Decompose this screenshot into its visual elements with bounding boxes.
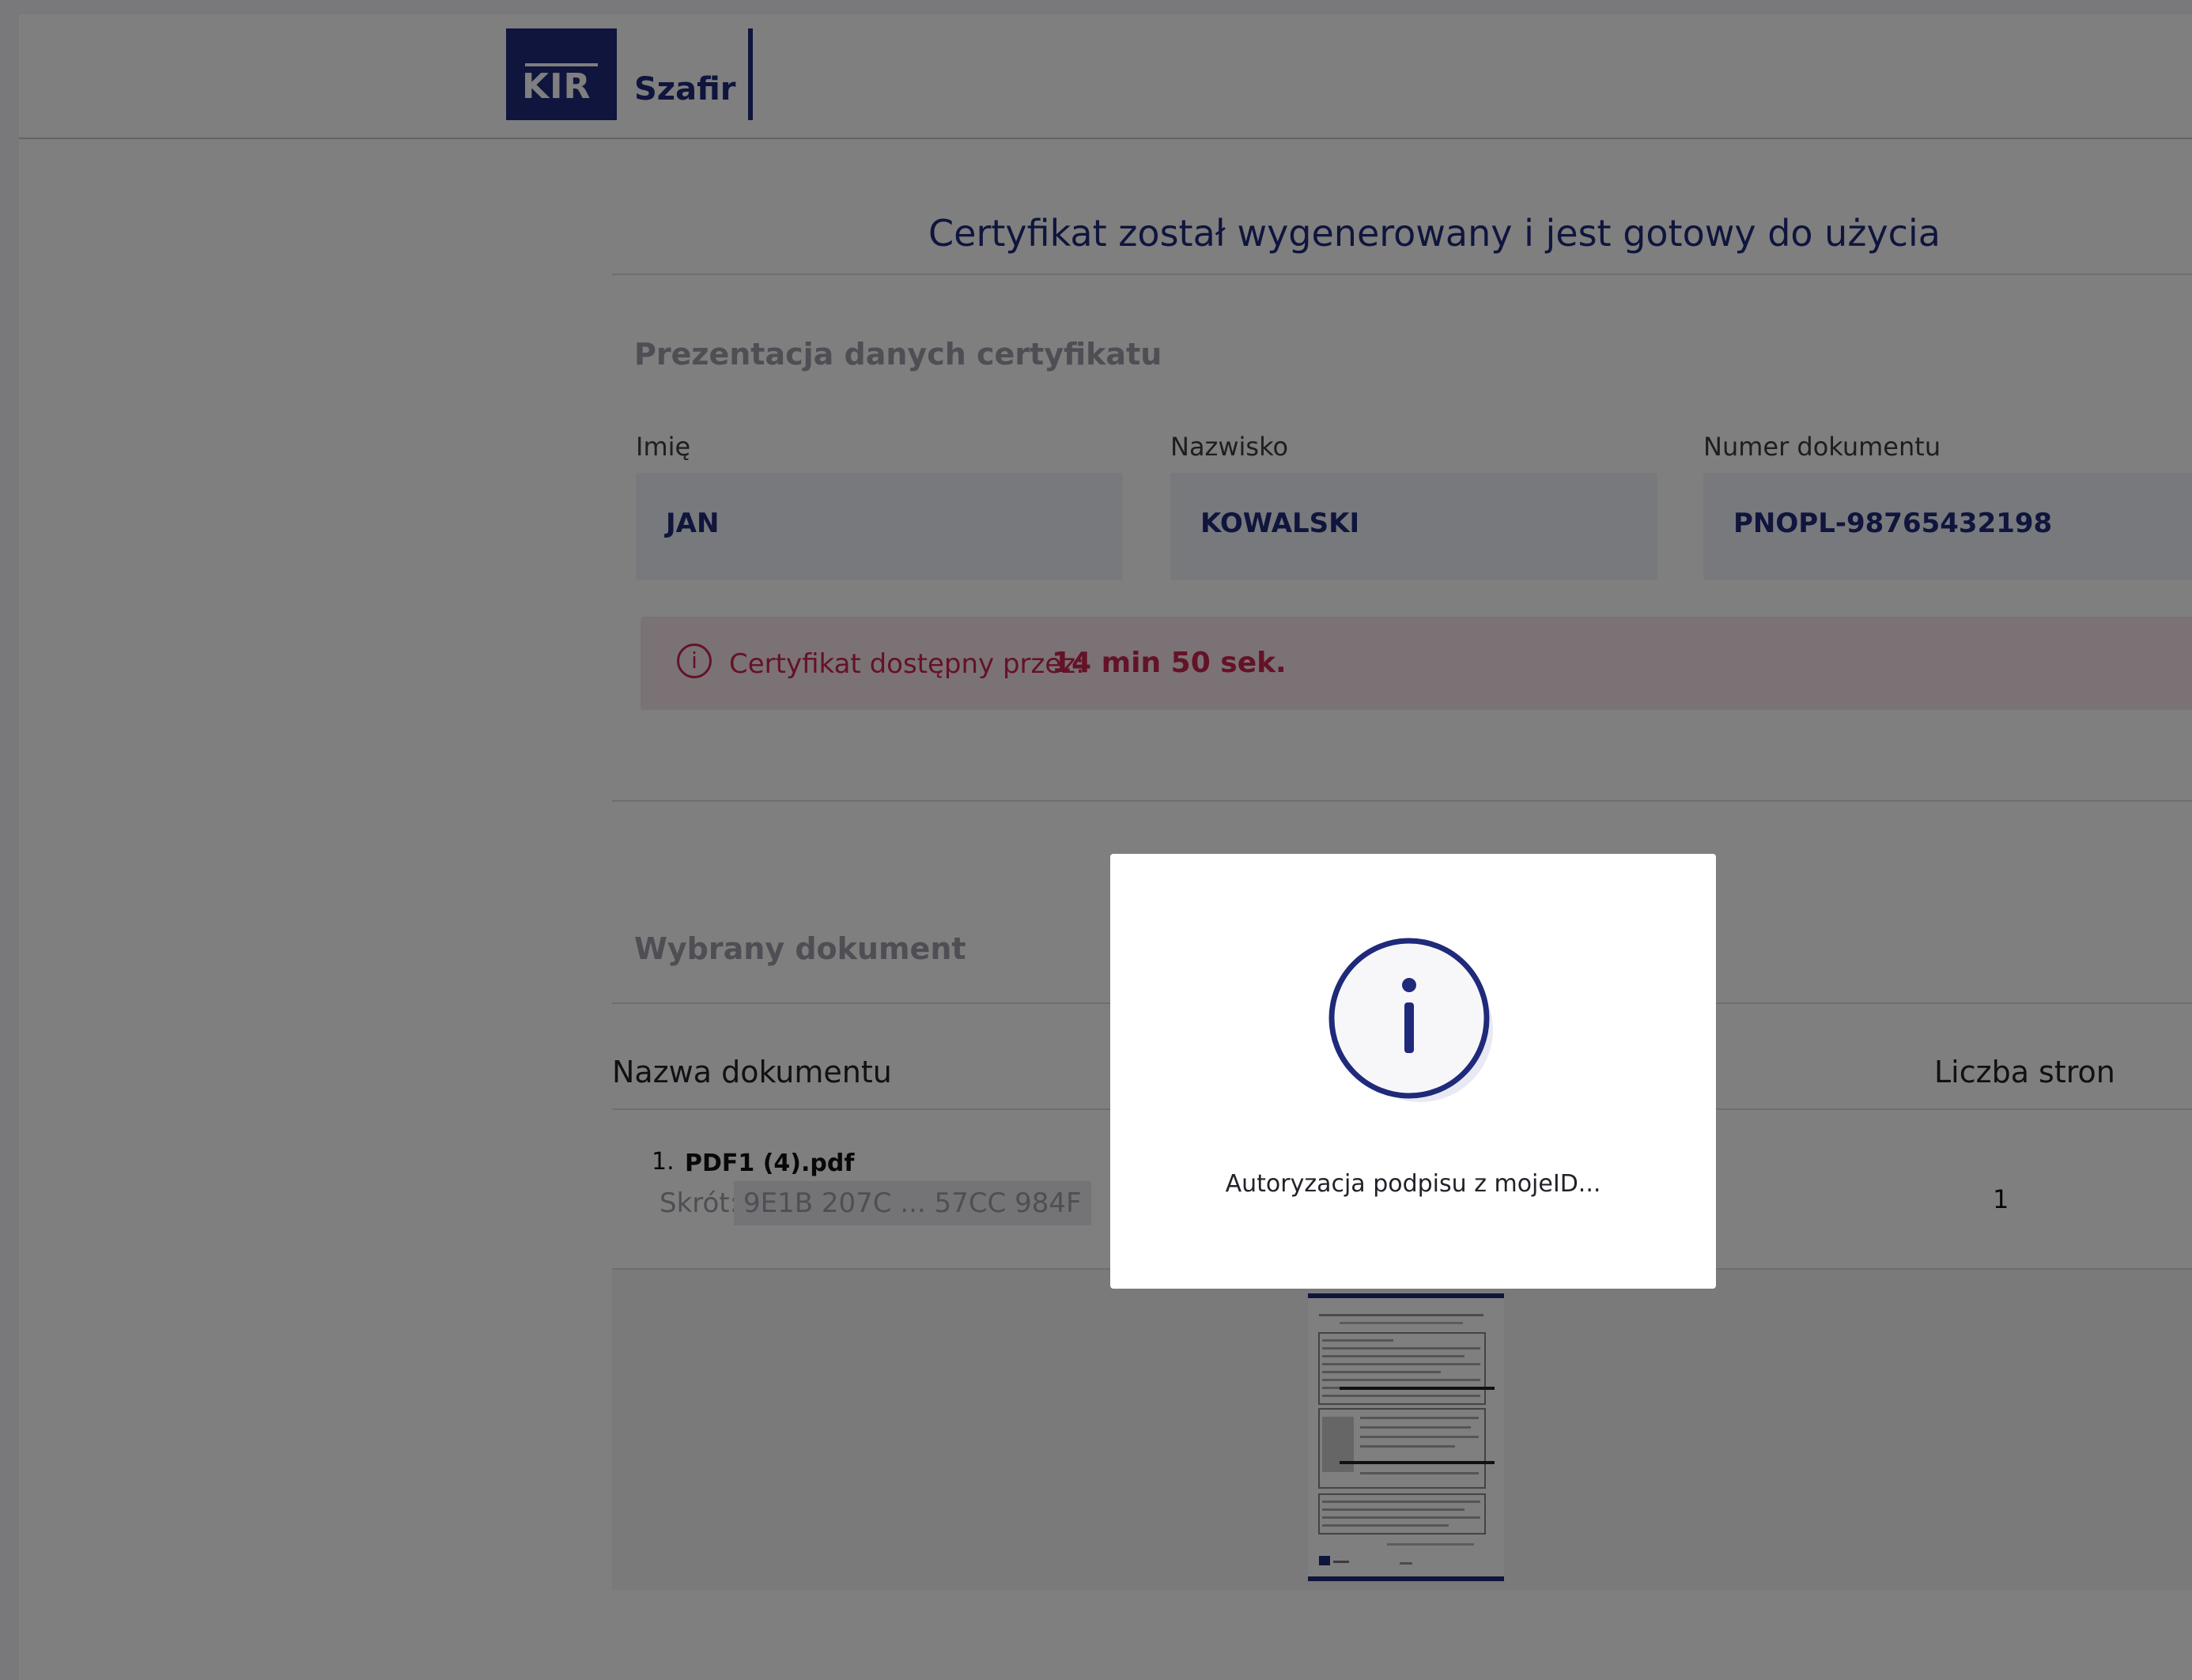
authorization-modal: Autoryzacja podpisu z mojeID...	[1110, 854, 1716, 1289]
modal-backdrop	[0, 0, 2192, 1680]
modal-message: Autoryzacja podpisu z mojeID...	[1225, 1170, 1601, 1198]
info-icon	[1328, 938, 1493, 1102]
